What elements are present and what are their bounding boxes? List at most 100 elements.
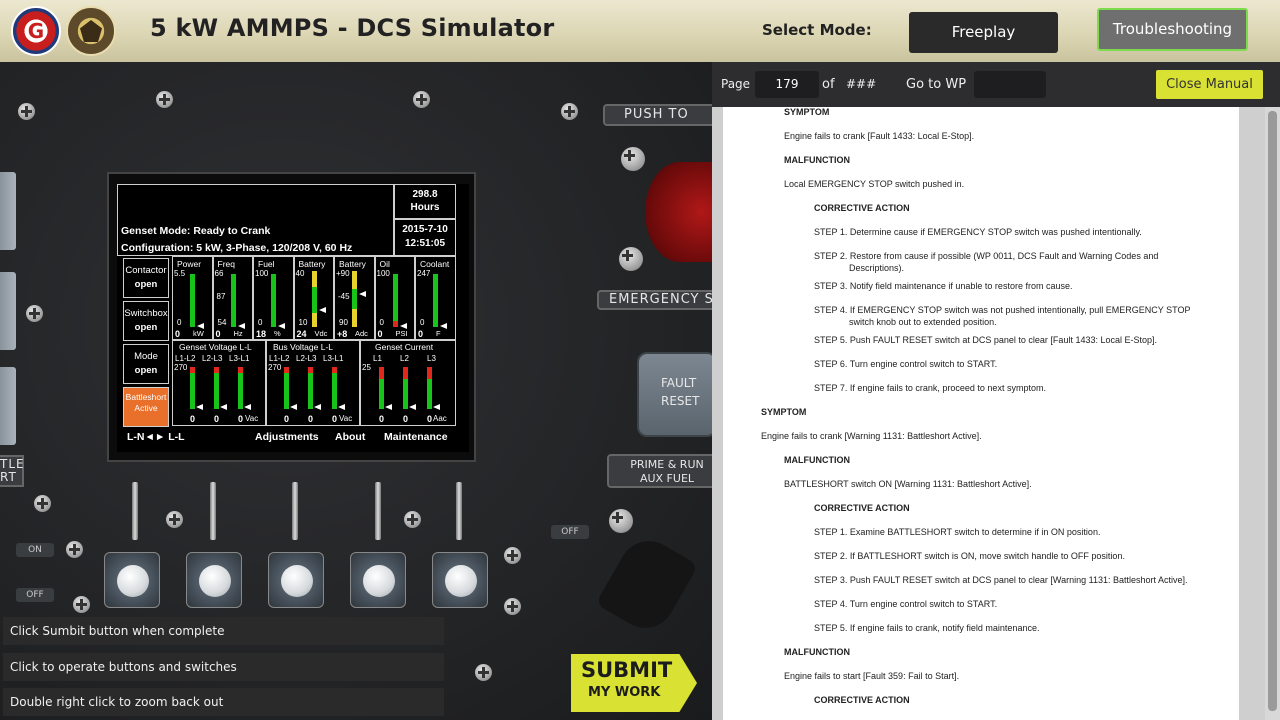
emergency-stop-button[interactable] [645, 162, 712, 262]
lcd-button-switchbox[interactable]: Switchbox open [123, 301, 169, 341]
hours-box: 298.8 Hours [394, 184, 456, 219]
genset-current-meter: Genset Current 25 L1 0 L2 0 L3 0 Aac [360, 340, 456, 426]
manual-text: STEP 1. Examine BATTLESHORT switch to de… [814, 527, 1101, 537]
gauge-bar-yellow [352, 271, 357, 289]
screw-icon [475, 664, 492, 681]
about-button[interactable]: About [335, 431, 365, 443]
lcd-button-mode[interactable]: Mode open [123, 344, 169, 384]
gauge-unit: Adc [355, 329, 368, 338]
manual-text: STEP 5. Push FAULT RESET switch at DCS p… [814, 335, 1157, 345]
panel-push-button[interactable] [104, 552, 160, 608]
freeplay-button[interactable]: Freeplay [909, 12, 1058, 53]
screw-icon [18, 103, 35, 120]
battleshort-label: TLE RT [0, 455, 24, 487]
gauge-value: +8 [337, 329, 348, 339]
side-button[interactable] [0, 272, 16, 350]
off-label: OFF [16, 588, 54, 602]
gauge-scale-top: 5.5 [174, 269, 186, 278]
fault-reset-label: FAULT [661, 376, 697, 390]
gauge-value: 24 [296, 329, 307, 339]
panel-push-button[interactable] [268, 552, 324, 608]
adjustments-button[interactable]: Adjustments [255, 431, 319, 443]
gauge-power: Power 5.5 0 0 kW [172, 256, 213, 340]
date-text: 2015-7-10 [402, 224, 448, 235]
gauge-pointer-icon [237, 323, 245, 329]
gauge-pointer-icon [359, 291, 366, 297]
toggle-switch[interactable] [132, 482, 138, 540]
prime-run-label: PRIME & RUN AUX FUEL [607, 454, 712, 488]
gauge-scale-mid: -45 [338, 292, 350, 301]
lcd-button-contactor[interactable]: Contactor open [123, 258, 169, 298]
lcd-button-battleshort[interactable]: Battleshort Active [123, 387, 169, 427]
meter-title: Bus Voltage L-L [273, 342, 334, 352]
gauge-scale-top: +90 [336, 269, 350, 278]
gauge-unit: PSI [395, 329, 408, 338]
gauge-title: Battery [298, 259, 326, 269]
lcd-button-value: Active [134, 403, 158, 413]
manual-heading: CORRECTIVE ACTION [814, 503, 910, 513]
toggle-switch[interactable] [456, 482, 462, 540]
panel-push-button[interactable] [432, 552, 488, 608]
meter-unit: Vac [245, 414, 259, 423]
maintenance-button[interactable]: Maintenance [384, 431, 448, 443]
meter-scale-top: 270 [174, 363, 188, 372]
page-number-input[interactable]: 179 [755, 71, 819, 98]
meter-value: 0 [190, 414, 196, 424]
fault-reset-button[interactable]: FAULT RESET [637, 352, 712, 437]
panel-push-button[interactable] [350, 552, 406, 608]
gauge-scale-top: 40 [295, 269, 305, 278]
manual-text: Local EMERGENCY STOP switch pushed in. [784, 179, 965, 189]
close-manual-button[interactable]: Close Manual [1156, 70, 1263, 99]
goto-wp-label: Go to WP [906, 77, 967, 92]
side-button[interactable] [0, 172, 16, 250]
manual-scrollbar[interactable] [1265, 107, 1280, 720]
toggle-switch[interactable] [375, 482, 381, 540]
of-label: of [822, 77, 835, 92]
side-button[interactable] [0, 367, 16, 445]
manual-heading: CORRECTIVE ACTION [814, 203, 910, 213]
meter-value: 0 [214, 414, 220, 424]
submit-label: SUBMIT [581, 658, 673, 682]
troubleshooting-button[interactable]: Troubleshooting [1097, 8, 1248, 51]
scroll-thumb[interactable] [1268, 111, 1277, 711]
meter-unit: Vac [339, 414, 353, 423]
gauge-oil: Oil 100 0 0 PSI [374, 256, 415, 340]
gauge-bar [392, 273, 398, 327]
manual-text: STEP 4. If EMERGENCY STOP switch was not… [814, 305, 1191, 315]
bus-voltage-meter: Bus Voltage L-L 270 L1-L2 0 L2-L3 0 L3-L1 0 Vac [266, 340, 360, 426]
meter-bar [427, 379, 432, 409]
manual-heading: SYMPTOM [761, 407, 807, 417]
screw-icon [73, 596, 90, 613]
genset-mode-text: Genset Mode: Ready to Crank [121, 225, 271, 237]
ln-ll-toggle[interactable]: L-N◄► L-L [127, 431, 185, 443]
manual-heading: CORRECTIVE ACTION [814, 695, 910, 705]
toggle-switch[interactable] [210, 482, 216, 540]
gauge-scale-top: 247 [417, 269, 431, 278]
meter-value: 0 [427, 414, 433, 424]
gauge-bar [352, 289, 357, 309]
panel-push-button[interactable] [186, 552, 242, 608]
gauge-scale-bot: 0 [420, 318, 425, 327]
gauge-unit: % [274, 329, 281, 338]
engine-control-switch[interactable] [595, 530, 699, 639]
manual-page: SYMPTOM Engine fails to crank [Fault 1433… [723, 107, 1239, 720]
gauge-scale-top: 100 [376, 269, 390, 278]
screw-icon [621, 147, 645, 171]
gauge-bar [190, 273, 195, 327]
manual-heading: MALFUNCTION [784, 155, 850, 165]
prime-run-text: PRIME & RUN [630, 458, 704, 471]
lcd-button-label: Battleshort [125, 392, 167, 402]
screw-icon [413, 91, 430, 108]
time-text: 12:51:05 [404, 238, 446, 249]
gauge-scale-bot: 0 [177, 318, 182, 327]
gauge-unit: Vdc [314, 329, 328, 338]
manual-text: STEP 1. Determine cause if EMERGENCY STO… [814, 227, 1142, 237]
goto-wp-input[interactable] [974, 71, 1046, 98]
hours-value: 298.8 [412, 189, 438, 200]
submit-work-button[interactable]: SUBMIT MY WORK [571, 654, 697, 712]
genset-voltage-meter: Genset Voltage L-L 270 L1-L2 0 L2-L3 0 L3-L1 0 V… [172, 340, 266, 426]
configuration-text: Configuration: 5 kW, 3-Phase, 120/208 V,… [121, 242, 353, 254]
meter-pointer-icon [385, 404, 392, 410]
toggle-switch[interactable] [292, 482, 298, 540]
meter-value: 0 [403, 414, 409, 424]
